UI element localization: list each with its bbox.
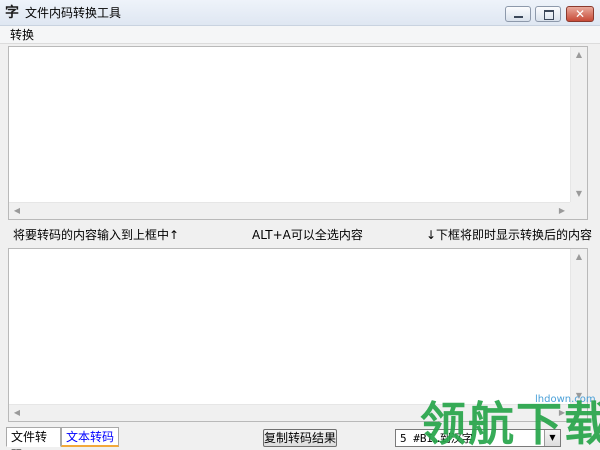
scroll-up-icon[interactable]: ▲ [574,252,584,262]
app-icon: 字 [5,5,19,21]
close-button[interactable]: ✕ [566,6,594,22]
scroll-right-icon[interactable]: ▶ [557,206,567,216]
watermark-logo: 领航下载 [420,397,600,450]
scroll-left-icon[interactable]: ◀ [12,408,22,418]
input-textarea[interactable]: ▲ ▼ ◀ ▶ [8,46,588,220]
tab-text-transcode[interactable]: 文本转码 [61,427,119,447]
scroll-up-icon[interactable]: ▲ [574,50,584,60]
hint-input: 将要转码的内容输入到上框中↑ [13,228,180,242]
hint-output: ↓下框将即时显示转换后的内容 [426,228,593,242]
copy-result-button[interactable]: 复制转码结果 [263,429,337,447]
scroll-down-icon[interactable]: ▼ [574,189,584,199]
hint-select-all: ALT+A可以全选内容 [252,228,363,242]
input-vertical-scrollbar[interactable]: ▲ ▼ [570,47,587,202]
output-textarea[interactable]: ▲ ▼ ◀ ▶ [8,248,588,422]
app-window: 字 文件内码转换工具 ✕ 转换 ▲ ▼ ◀ ▶ 将要转码的内容输入到上框中↑ A… [0,0,600,450]
menu-bar: 转换 [0,26,600,44]
input-horizontal-scrollbar[interactable]: ◀ ▶ [9,202,570,219]
close-icon: ✕ [574,7,586,21]
scrollbar-corner [570,202,587,219]
tab-file-transcode[interactable]: 文件转码 [6,427,61,450]
window-title: 文件内码转换工具 [25,6,122,20]
minimize-button[interactable] [505,6,531,22]
output-vertical-scrollbar[interactable]: ▲ ▼ [570,249,587,404]
menu-convert[interactable]: 转换 [8,27,36,43]
title-bar[interactable]: 字 文件内码转换工具 ✕ [0,0,600,26]
scroll-left-icon[interactable]: ◀ [12,206,22,216]
maximize-button[interactable] [535,6,561,22]
